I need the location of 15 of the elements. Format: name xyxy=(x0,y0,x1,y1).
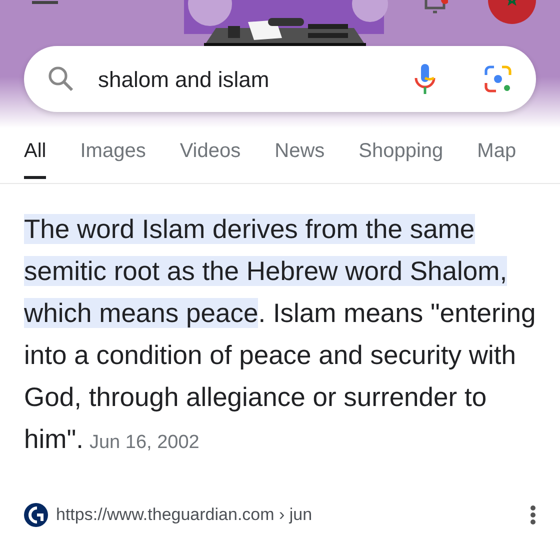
search-tab[interactable]: Shopping xyxy=(358,136,444,179)
more-options-icon[interactable] xyxy=(530,504,536,525)
microphone-icon[interactable] xyxy=(414,64,436,94)
site-logo-icon xyxy=(24,502,48,527)
search-icon[interactable] xyxy=(48,66,74,92)
search-tab[interactable]: Videos xyxy=(180,136,241,179)
avatar[interactable] xyxy=(488,0,536,24)
search-tab[interactable]: Map xyxy=(477,136,516,179)
camera-icon[interactable] xyxy=(484,65,512,93)
answer-snippet: The word Islam derives from the same semitic root as the Hebrew word Shalom, which means peace. Islam means "entering into a condition of peace and security with God, through allegiance or surrender to him". Jun 16, 2002 xyxy=(24,213,536,456)
menu-icon[interactable] xyxy=(32,0,58,5)
search-tab[interactable]: Images xyxy=(80,136,146,179)
source-url[interactable]: https://www.theguardian.com › jun xyxy=(56,502,530,528)
search-tab[interactable]: All xyxy=(24,136,46,179)
search-tab[interactable]: News xyxy=(274,136,325,179)
